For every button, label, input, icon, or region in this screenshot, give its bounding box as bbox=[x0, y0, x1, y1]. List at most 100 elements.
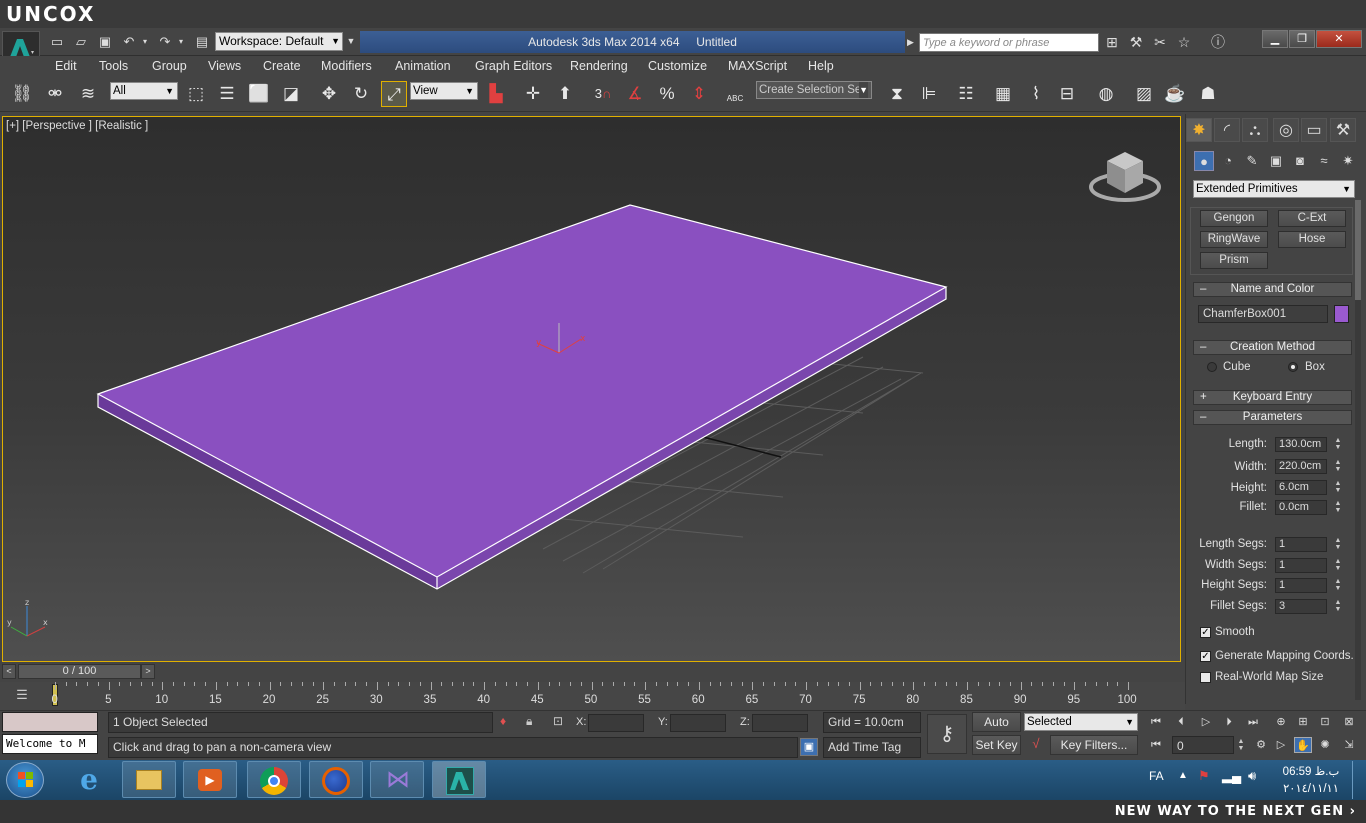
current-frame-field[interactable]: 0 bbox=[1172, 736, 1234, 754]
schematic-view-icon[interactable]: ⊟ bbox=[1054, 81, 1080, 107]
generate-mapping-checkbox[interactable]: ✓ bbox=[1200, 651, 1211, 662]
height-spinner[interactable]: 6.0cm bbox=[1275, 480, 1327, 495]
graphite-toolbox-icon[interactable]: ▦ bbox=[990, 81, 1016, 107]
fillet-segs-spinner[interactable]: 3 bbox=[1275, 599, 1327, 614]
named-selection-dropdown[interactable]: Create Selection Se ▼ bbox=[756, 81, 872, 99]
minimize-button[interactable]: ▁ bbox=[1262, 30, 1288, 48]
favorites-star-icon[interactable]: ☆ bbox=[1175, 33, 1193, 51]
length-spinner[interactable]: 130.0cm bbox=[1275, 437, 1327, 452]
zoom-all-icon[interactable]: ⊞ bbox=[1294, 714, 1312, 730]
maximize-button[interactable]: ❐ bbox=[1289, 30, 1315, 48]
play-icon[interactable]: ▷ bbox=[1197, 714, 1215, 730]
internet-explorer-icon[interactable]: e bbox=[64, 764, 114, 796]
modify-tab-icon[interactable]: ◜ bbox=[1214, 118, 1240, 142]
customize-toolbar-icon[interactable]: ▼ bbox=[344, 32, 358, 51]
maxscript-listener-pink[interactable] bbox=[2, 712, 98, 732]
edit-named-selection-icon[interactable]: ABC bbox=[722, 81, 748, 107]
render-production-icon[interactable]: ☗ bbox=[1195, 81, 1221, 107]
chamfer-box-object[interactable] bbox=[96, 204, 948, 590]
cube-radio[interactable] bbox=[1207, 362, 1217, 372]
open-file-icon[interactable]: ▱ bbox=[72, 34, 90, 50]
menu-create[interactable]: Create bbox=[263, 56, 301, 76]
set-key-icon[interactable]: ⚷ bbox=[927, 714, 967, 754]
key-mode-dropdown[interactable]: Selected ▼ bbox=[1024, 713, 1138, 731]
menu-animation[interactable]: Animation bbox=[395, 56, 451, 76]
real-world-map-checkbox[interactable] bbox=[1200, 672, 1211, 683]
bind-space-warp-icon[interactable]: ≋ bbox=[75, 81, 101, 107]
lights-icon[interactable]: ✎ bbox=[1242, 151, 1262, 171]
spinner-arrows-icon[interactable]: ▲ ▼ bbox=[1333, 599, 1343, 614]
spinner-arrows-icon[interactable]: ▲ ▼ bbox=[1333, 558, 1343, 573]
gengon-button[interactable]: Gengon bbox=[1200, 210, 1268, 227]
search-expand-icon[interactable]: ▶ bbox=[907, 33, 917, 52]
start-button[interactable] bbox=[6, 762, 44, 798]
align-icon[interactable]: ⊫ bbox=[916, 81, 942, 107]
spinner-arrows-icon[interactable]: ▲ ▼ bbox=[1333, 500, 1343, 515]
maxscript-listener-white[interactable]: Welcome to M bbox=[2, 734, 98, 754]
redo-dropdown-icon[interactable]: ▾ bbox=[176, 34, 186, 50]
length-segs-spinner[interactable]: 1 bbox=[1275, 537, 1327, 552]
link-icon[interactable]: ⛓ bbox=[9, 81, 35, 107]
spinner-arrows-icon[interactable]: ▲ ▼ bbox=[1236, 738, 1246, 753]
width-segs-spinner[interactable]: 1 bbox=[1275, 558, 1327, 573]
binoculars-icon[interactable]: ⊞ bbox=[1103, 33, 1121, 51]
select-move-icon[interactable]: ✥ bbox=[316, 81, 342, 107]
curve-editor-icon[interactable]: ⌇ bbox=[1023, 81, 1049, 107]
new-file-icon[interactable]: ▭ bbox=[48, 34, 66, 50]
zoom-icon[interactable]: ⊕ bbox=[1272, 714, 1290, 730]
height-segs-spinner[interactable]: 1 bbox=[1275, 578, 1327, 593]
fillet-spinner[interactable]: 0.0cm bbox=[1275, 500, 1327, 515]
undo-dropdown-icon[interactable]: ▾ bbox=[140, 34, 150, 50]
taskbar-firefox[interactable] bbox=[309, 761, 363, 798]
perspective-viewport[interactable]: [+] [Perspective ] [Realistic ] y x z x … bbox=[2, 116, 1181, 662]
save-file-icon[interactable]: ▣ bbox=[96, 34, 114, 50]
snaps-toggle-icon[interactable]: 3∩ bbox=[590, 81, 616, 107]
menu-edit[interactable]: Edit bbox=[55, 56, 77, 76]
close-button[interactable]: ✕ bbox=[1316, 30, 1362, 48]
hose-button[interactable]: Hose bbox=[1278, 231, 1346, 248]
helpers-icon[interactable]: ◙ bbox=[1290, 151, 1310, 171]
ringwave-button[interactable]: RingWave bbox=[1200, 231, 1268, 248]
panel-scroll-thumb[interactable] bbox=[1355, 200, 1361, 300]
window-crossing-icon[interactable]: ◪ bbox=[278, 81, 304, 107]
lock-selection-icon[interactable]: 🔒︎ bbox=[526, 714, 540, 730]
clock-time[interactable]: 06:59 ب.ظ bbox=[1280, 764, 1342, 778]
c-ext-button[interactable]: C-Ext bbox=[1278, 210, 1346, 227]
zoom-extents-all-icon[interactable]: ⊠ bbox=[1340, 714, 1358, 730]
workspace-dropdown[interactable]: Workspace: Default ▼ bbox=[215, 32, 343, 51]
select-manipulate-icon[interactable]: ✛ bbox=[520, 81, 546, 107]
spinner-snap-icon[interactable]: ⇕ bbox=[686, 81, 712, 107]
set-key-button[interactable]: Set Key bbox=[972, 735, 1021, 755]
spinner-arrows-icon[interactable]: ▲ ▼ bbox=[1333, 578, 1343, 593]
menu-graph-editors[interactable]: Graph Editors bbox=[475, 56, 552, 76]
panel-scrollbar[interactable] bbox=[1355, 200, 1361, 700]
go-to-end-icon[interactable]: ⏭ bbox=[1244, 714, 1262, 730]
menu-maxscript[interactable]: MAXScript bbox=[728, 56, 787, 76]
material-editor-icon[interactable]: ◍ bbox=[1093, 81, 1119, 107]
isolate-selection-icon[interactable]: ♦ bbox=[500, 714, 514, 730]
default-tangent-icon[interactable]: √ bbox=[1026, 736, 1046, 754]
search-input[interactable]: Type a keyword or phrase bbox=[919, 33, 1099, 52]
add-time-tag-button[interactable]: Add Time Tag bbox=[823, 737, 921, 758]
x-coordinate-field[interactable] bbox=[588, 714, 644, 732]
absolute-mode-icon[interactable]: ⊡ bbox=[553, 714, 567, 730]
select-scale-icon[interactable]: ⤢ bbox=[381, 81, 407, 107]
render-setup-icon[interactable]: ▨ bbox=[1131, 81, 1157, 107]
select-by-name-icon[interactable]: ☰ bbox=[214, 81, 240, 107]
prism-button[interactable]: Prism bbox=[1200, 252, 1268, 269]
zoom-extents-icon[interactable]: ⊡ bbox=[1316, 714, 1334, 730]
redo-icon[interactable]: ↷ bbox=[156, 34, 174, 50]
taskbar-visual-studio[interactable]: ⋈ bbox=[370, 761, 424, 798]
help-icon[interactable]: ⓘ bbox=[1209, 33, 1227, 51]
rendered-frame-window-icon[interactable]: ☕ bbox=[1162, 81, 1188, 107]
name-color-rollout-header[interactable]: – Name and Color bbox=[1193, 282, 1352, 297]
menu-help[interactable]: Help bbox=[808, 56, 834, 76]
spinner-arrows-icon[interactable]: ▲ ▼ bbox=[1333, 537, 1343, 552]
unlink-icon[interactable]: ⚮ bbox=[42, 81, 68, 107]
action-center-icon[interactable]: ⚑ bbox=[1198, 768, 1210, 784]
maximize-viewport-icon[interactable]: ⇲ bbox=[1340, 737, 1358, 753]
angle-snap-icon[interactable]: ∡ bbox=[622, 81, 648, 107]
show-desktop-button[interactable] bbox=[1352, 761, 1364, 799]
select-object-icon[interactable]: ⬚ bbox=[183, 81, 209, 107]
key-filters-button[interactable]: Key Filters... bbox=[1050, 735, 1138, 755]
